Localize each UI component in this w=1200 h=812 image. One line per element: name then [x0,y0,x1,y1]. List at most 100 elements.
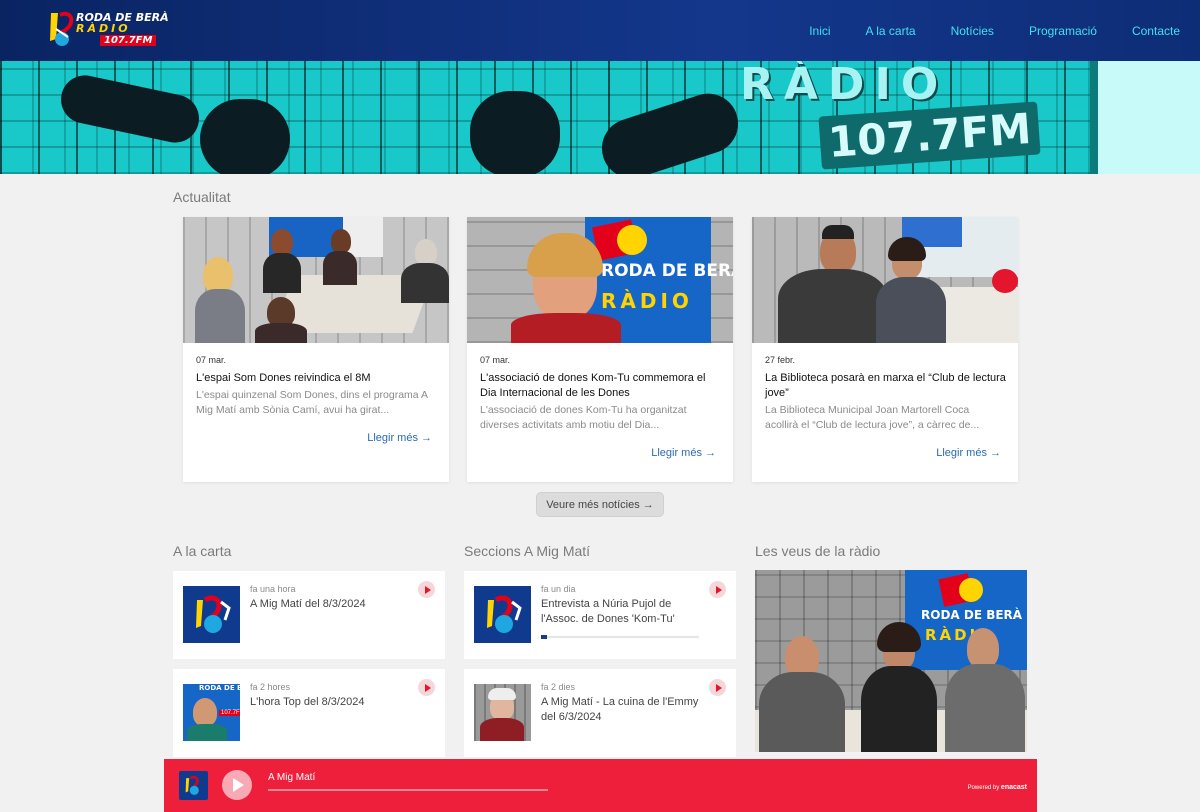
logo-mark-icon [50,11,74,46]
powered-by[interactable]: Powered by enacast [968,784,1027,791]
news-card[interactable]: RODA DE BERÀ RÀDIO 07 mar. L'associació … [467,217,733,482]
person [193,698,217,726]
section-title-seccions: Seccions A Mig Matí [464,543,591,559]
news-title[interactable]: L'associació de dones Kom-Tu commemora e… [480,371,722,401]
hero-sign-word: RÀDIO [740,61,949,110]
section-title-a-la-carta: A la carta [173,543,232,559]
person [203,257,233,293]
person-hair [488,688,516,700]
podcast-item[interactable]: fa un dia Entrevista a Núria Pujol de l'… [464,571,736,659]
podcast-title[interactable]: Entrevista a Núria Pujol de l'Assoc. de … [541,597,711,627]
play-icon[interactable] [418,581,435,598]
play-icon[interactable] [709,679,726,696]
more-news-button[interactable]: Veure més notícies → [536,492,664,517]
play-icon[interactable] [418,679,435,696]
podcast-thumbnail[interactable] [183,586,240,643]
logo-shape [959,578,983,602]
news-card-image[interactable] [752,217,1018,343]
station-logo-icon [196,595,231,633]
banner-station-name: RODA DE BERÀ [601,261,733,281]
person-body [511,313,621,343]
nav-item-contacte[interactable]: Contacte [1132,24,1180,38]
person-body [195,289,245,343]
person [415,239,437,265]
nav-item-noticies[interactable]: Notícies [951,24,994,38]
site-header: RODA DE BERÀ RÀDIO 107.7FM Inici A la ca… [0,0,1200,61]
thumbnail-station-freq: 107.7FM [219,710,240,716]
logo-shape [617,225,647,255]
podcast-item[interactable]: RODA DE BERÀ 107.7FM fa 2 hores L'hora T… [173,669,445,757]
news-date: 07 mar. [480,355,511,365]
hero-microphone-2 [200,99,290,174]
podcast-item[interactable]: fa una hora A Mig Matí del 8/3/2024 [173,571,445,659]
news-title[interactable]: L'espai Som Dones reivindica el 8M [196,371,438,386]
person-body [480,718,524,741]
news-excerpt: L'espai quinzenal Som Dones, dins el pro… [196,389,428,416]
person-body [263,253,301,293]
read-more-link[interactable]: Llegir més → [367,432,432,444]
news-card-image[interactable]: RODA DE BERÀ RÀDIO [467,217,733,343]
hero-window [1090,61,1200,174]
station-logo-icon [487,595,522,633]
podcast-thumbnail[interactable]: RODA DE BERÀ 107.7FM [183,684,240,741]
audio-player-bar: A Mig Matí Powered by enacast [164,759,1037,812]
main-nav: Inici A la carta Notícies Programació Co… [809,0,1180,61]
podcast-time-ago: fa una hora [250,584,296,594]
person [967,628,999,668]
microphone-windscreen [992,269,1018,293]
play-icon[interactable] [709,581,726,598]
player-track[interactable] [268,789,548,791]
station-logo-icon [185,775,199,795]
section-title-veus: Les veus de la ràdio [755,543,881,559]
person-body [876,277,946,343]
person-body [323,251,357,285]
podcast-title[interactable]: A Mig Matí - La cuina de l'Emmy del 6/3/… [541,695,711,725]
person-body [255,323,307,343]
logo-line2: RÀDIO [76,22,131,35]
player-title: A Mig Matí [268,772,316,783]
person-body [759,672,845,752]
nav-item-programacio[interactable]: Programació [1029,24,1097,38]
news-date: 07 mar. [196,355,227,365]
powered-by-brand: enacast [1000,784,1027,791]
nav-item-inici[interactable]: Inici [809,24,830,38]
nav-item-a-la-carta[interactable]: A la carta [866,24,916,38]
powered-by-prefix: Powered by [967,785,1000,791]
podcast-time-ago: fa 2 hores [250,682,291,692]
player-thumbnail[interactable] [179,771,208,800]
person-body [187,724,227,741]
podcast-item[interactable]: fa 2 dies A Mig Matí - La cuina de l'Emm… [464,669,736,757]
news-card[interactable]: 07 mar. L'espai Som Dones reivindica el … [183,217,449,482]
news-title[interactable]: La Biblioteca posarà en marxa el “Club d… [765,371,1007,401]
thumbnail-station-name: RODA DE BERÀ [199,684,240,692]
hero-banner: RÀDIO 107.7FM [0,61,1200,174]
podcast-title[interactable]: A Mig Matí del 8/3/2024 [250,597,420,612]
news-card-image[interactable] [183,217,449,343]
podcast-progress-bar[interactable] [541,635,699,639]
news-date: 27 febr. [765,355,796,365]
podcast-time-ago: fa un dia [541,584,576,594]
podcast-time-ago: fa 2 dies [541,682,576,692]
banner-station-word: RÀDIO [601,289,693,313]
progress-fill [541,635,548,639]
person-body [401,263,449,303]
news-excerpt: L'associació de dones Kom-Tu ha organitz… [480,404,687,431]
site-logo[interactable]: RODA DE BERÀ RÀDIO 107.7FM [48,9,169,53]
person-body [778,269,888,343]
section-title-actualitat: Actualitat [173,189,231,205]
read-more-link[interactable]: Llegir més → [651,447,716,459]
person [331,229,351,253]
person [271,229,293,255]
person-body [945,664,1025,752]
podcast-thumbnail[interactable] [474,684,531,741]
banner-station-name: RODA DE BERÀ [921,608,1023,622]
player-play-icon[interactable] [222,770,252,800]
hero-microphone-3 [470,91,560,174]
logo-line3: 107.7FM [100,35,157,46]
podcast-thumbnail[interactable] [474,586,531,643]
person-hair [822,225,854,239]
read-more-link[interactable]: Llegir més → [936,447,1001,459]
podcast-title[interactable]: L'hora Top del 8/3/2024 [250,695,420,710]
news-card[interactable]: 27 febr. La Biblioteca posarà en marxa e… [752,217,1018,482]
voices-image[interactable]: RODA DE BERÀ RÀDIO [755,570,1027,752]
